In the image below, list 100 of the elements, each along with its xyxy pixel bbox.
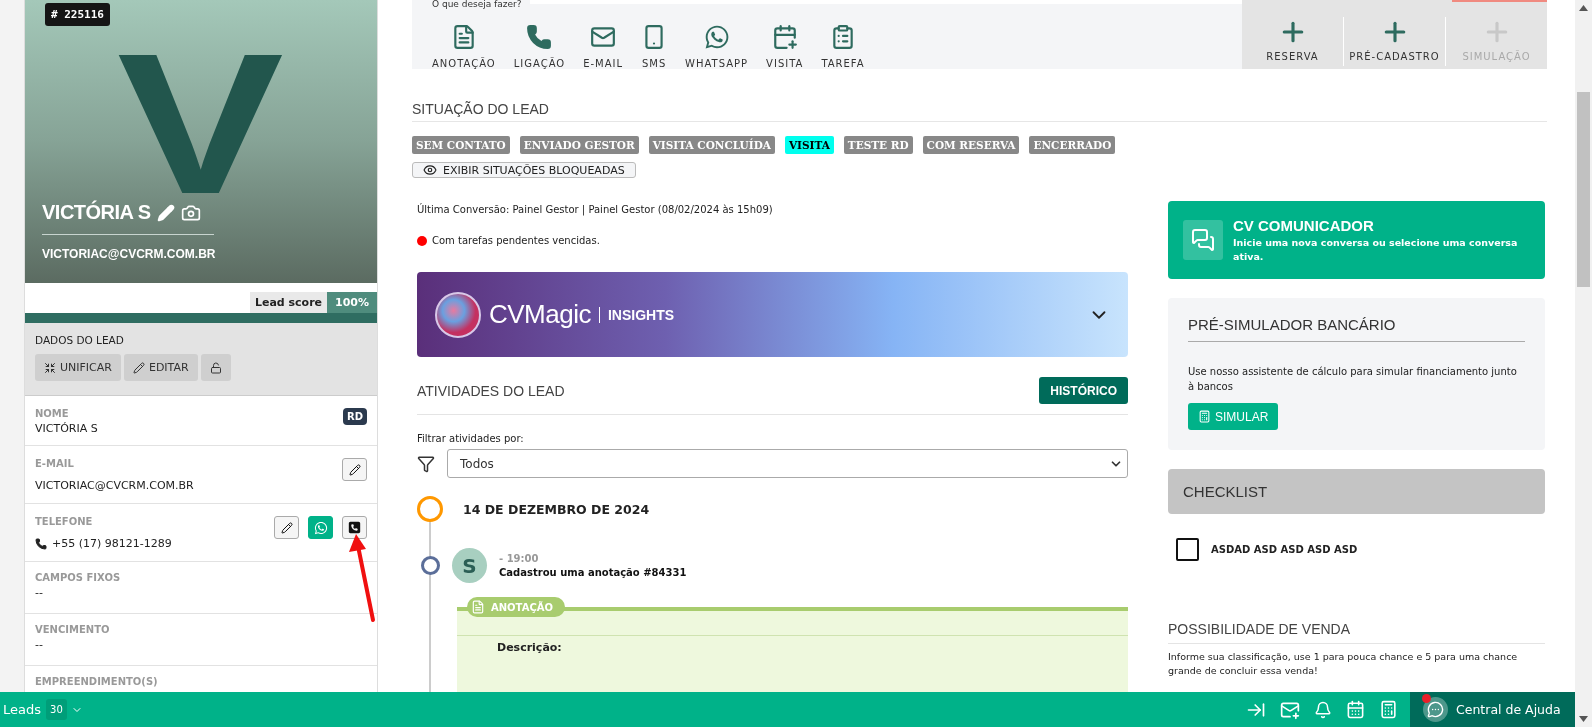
field-value: VICTÓRIA S: [35, 422, 98, 435]
filter-label: Filtrar atividades por:: [417, 433, 525, 444]
note-field-label: Descrição:: [457, 635, 1128, 659]
alert-text: Com tarefas pendentes vencidas.: [432, 235, 600, 246]
checklist-item: ASDAD ASD ASD ASD ASD: [1211, 544, 1358, 555]
notification-dot: [1422, 694, 1431, 703]
calculator-icon[interactable]: [1379, 700, 1398, 719]
whatsapp-button[interactable]: [308, 516, 333, 539]
edit-button[interactable]: [274, 516, 299, 539]
entry-title: Cadastrou uma anotação #84331: [499, 567, 687, 578]
note-tag: ANOTAÇÃO: [467, 597, 565, 617]
field-label: E-MAIL: [35, 458, 75, 469]
shrink-icon: [44, 361, 56, 374]
unlock-icon: [209, 361, 222, 374]
calendar-icon[interactable]: [1346, 700, 1365, 719]
timeline-node: [421, 556, 440, 575]
lead-email: VICTORIAC@CVCRM.COM.BR: [42, 247, 217, 261]
entry-time: - 19:00: [499, 553, 540, 564]
field-label: EMPREENDIMENTO(S): [35, 676, 158, 687]
chat-icon: [1423, 697, 1448, 722]
calculator-icon: [1198, 410, 1211, 423]
last-conversion-text: Última Conversão: Painel Gestor | Painel Gestor (08/02/2024 às 15h09): [417, 204, 774, 215]
card-text: Inicie uma nova conversa ou selecione uma conversa ativa.: [1233, 235, 1519, 264]
status-tag[interactable]: COM RESERVA: [922, 136, 1020, 154]
brand-name: CVMagic: [489, 299, 591, 330]
field-value: VICTORIAC@CVCRM.COM.BR: [35, 479, 194, 492]
document-icon: [471, 600, 485, 614]
field-label: TELEFONE: [35, 516, 94, 527]
status-tag[interactable]: SEM CONTATO: [412, 136, 510, 154]
avatar-initial: V: [117, 52, 284, 196]
field-label: CAMPOS FIXOS: [35, 572, 121, 583]
history-button[interactable]: HISTÓRICO: [1039, 377, 1128, 404]
status-tag[interactable]: ENCERRADO: [1029, 136, 1116, 154]
help-button[interactable]: Central de Ajuda: [1410, 692, 1575, 727]
status-tag[interactable]: TESTE RD: [843, 136, 913, 154]
quick-action-button[interactable]: VISITA: [766, 24, 804, 69]
field-value: --: [35, 586, 44, 599]
create-button[interactable]: PRÉ-CADASTRO: [1344, 17, 1446, 66]
field-label: VENCIMENTO: [35, 624, 110, 635]
status-tag[interactable]: VISITA: [784, 136, 834, 154]
pencil-icon: [280, 521, 293, 534]
chat-icon: [1183, 220, 1223, 260]
lead-name: VICTÓRIA S: [42, 201, 151, 224]
eye-icon: [423, 163, 437, 177]
section-text: Informe sua classificação, use 1 para pouca chance e 5 para uma chance grande de concluir essa venda!: [1168, 650, 1519, 678]
lead-score-label: Lead score: [249, 292, 327, 313]
quick-action-button[interactable]: E-MAIL: [583, 24, 624, 69]
field-label: NOME: [35, 408, 70, 419]
quick-action-button[interactable]: ANOTAÇÃO: [432, 24, 496, 69]
count-badge: 30: [46, 699, 67, 720]
section-title: DADOS DO LEAD: [35, 334, 125, 346]
show-blocked-button[interactable]: EXIBIR SITUAÇÕES BLOQUEADAS: [412, 162, 636, 178]
alert-dot: [417, 235, 427, 246]
checkbox[interactable]: [1176, 538, 1199, 561]
whatsapp-icon: [703, 24, 730, 50]
scroll-down-icon[interactable]: [1579, 716, 1588, 722]
timeline-node: [417, 496, 443, 522]
panel-text: Use nosso assistente de cálculo para simular financiamento junto à bancos: [1188, 365, 1518, 394]
insights-banner[interactable]: CVMagic INSIGHTS: [417, 272, 1128, 357]
edit-button[interactable]: [342, 458, 367, 481]
pencil-icon[interactable]: [156, 203, 175, 222]
action-button[interactable]: UNIFICAR: [35, 354, 121, 381]
field-value: +55 (17) 98121-1289: [35, 537, 172, 550]
mail-icon: [590, 24, 617, 50]
phone-icon: [35, 537, 47, 550]
phone-icon: [526, 24, 553, 50]
calendar-plus-icon: [771, 24, 798, 50]
quick-action-button[interactable]: LIGAÇÃO: [513, 24, 566, 69]
scrollbar[interactable]: [1575, 0, 1592, 727]
status-tag[interactable]: VISITA CONCLUÍDA: [648, 136, 775, 154]
scrollbar-thumb[interactable]: [1577, 92, 1590, 287]
quick-action-button[interactable]: TAREFA: [821, 24, 865, 69]
user-avatar: S: [452, 548, 487, 583]
filter-icon: [417, 454, 435, 473]
quick-action-button[interactable]: SMS: [641, 24, 668, 69]
prompt-text: O que deseja fazer?: [432, 0, 522, 9]
date-heading: 14 DE DEZEMBRO DE 2024: [463, 501, 650, 517]
call-button[interactable]: [342, 516, 367, 539]
status-tag[interactable]: ENVIADO GESTOR: [519, 136, 639, 154]
field-value: --: [35, 638, 44, 651]
section-title: POSSIBILIDADE DE VENDA: [1168, 621, 1545, 644]
create-button[interactable]: RESERVA: [1242, 17, 1344, 66]
panel-title: PRÉ-SIMULADOR BANCÁRIO: [1188, 316, 1525, 342]
section-title: SITUAÇÃO DO LEAD: [412, 69, 1547, 122]
filter-select[interactable]: Todos: [447, 449, 1128, 478]
scroll-up-icon[interactable]: [1579, 5, 1588, 11]
checklist-header: CHECKLIST: [1168, 469, 1545, 514]
lead-score-value: 100%: [327, 292, 377, 313]
whatsapp-icon: [313, 520, 328, 535]
phone-icon: [348, 521, 361, 534]
pencil-icon: [348, 463, 361, 476]
pencil-icon: [132, 361, 145, 374]
quick-action-button[interactable]: WHATSAPP: [685, 24, 749, 69]
id-badge: # 225116: [45, 3, 110, 26]
action-button[interactable]: EDITAR: [123, 354, 198, 381]
lock-button[interactable]: [200, 354, 231, 381]
bell-icon[interactable]: [1314, 700, 1332, 719]
banner-label: INSIGHTS: [608, 306, 676, 323]
orb-icon: [435, 291, 481, 338]
section-title: ATIVIDADES DO LEAD: [417, 382, 565, 399]
